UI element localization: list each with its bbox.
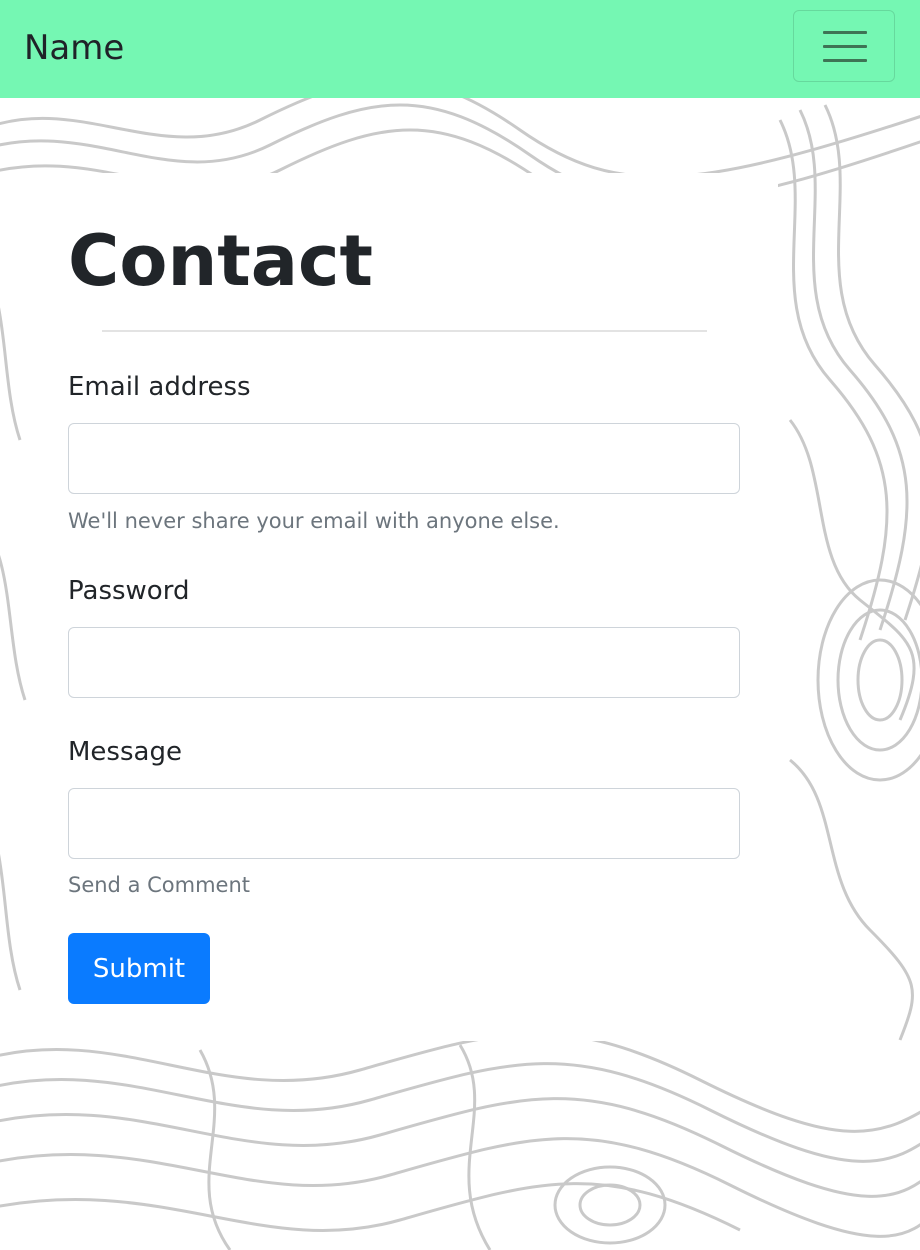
- hamburger-bar: [823, 31, 867, 34]
- hamburger-menu-icon[interactable]: [793, 10, 895, 82]
- hamburger-bar: [823, 59, 867, 62]
- message-label: Message: [68, 737, 182, 767]
- contact-card: Contact Email address We'll never share …: [31, 173, 778, 1041]
- title-divider: [102, 330, 707, 332]
- email-field[interactable]: [68, 423, 740, 494]
- hamburger-bar: [823, 45, 867, 48]
- submit-button[interactable]: Submit: [68, 933, 210, 1004]
- navbar: Name: [0, 0, 920, 98]
- page-title: Contact: [68, 220, 373, 302]
- message-help-text: Send a Comment: [68, 873, 250, 897]
- password-label: Password: [68, 576, 190, 606]
- navbar-brand[interactable]: Name: [24, 28, 124, 68]
- message-field[interactable]: [68, 788, 740, 859]
- email-label: Email address: [68, 372, 251, 402]
- password-field[interactable]: [68, 627, 740, 698]
- email-help-text: We'll never share your email with anyone…: [68, 509, 560, 533]
